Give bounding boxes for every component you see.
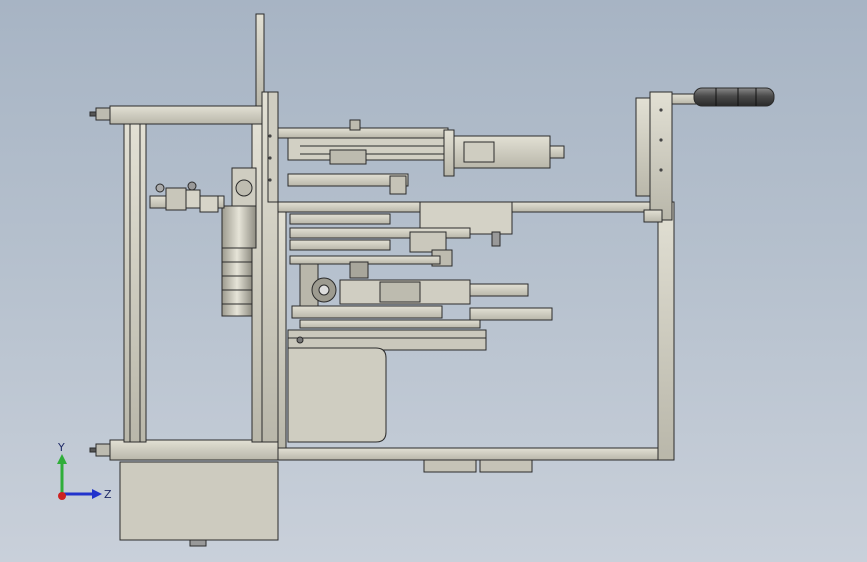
coordinate-triad: Y Z bbox=[57, 441, 112, 501]
spindle-assembly[interactable] bbox=[289, 255, 553, 329]
z-axis-arrow bbox=[92, 489, 102, 499]
lower-tank[interactable] bbox=[287, 347, 387, 443]
x-axis-marker bbox=[58, 492, 66, 500]
z-axis-label: Z bbox=[104, 488, 112, 501]
drive-motor[interactable] bbox=[221, 167, 257, 317]
air-regulator[interactable] bbox=[149, 181, 225, 213]
y-axis-label: Y bbox=[57, 441, 65, 454]
conveyor-rail[interactable] bbox=[287, 329, 487, 351]
handle-grip[interactable] bbox=[693, 87, 775, 107]
machine-assembly-model[interactable] bbox=[89, 13, 775, 547]
y-axis-arrow bbox=[57, 454, 67, 464]
upper-cylinder-assembly[interactable] bbox=[277, 119, 565, 195]
electrical-cabinet[interactable] bbox=[119, 461, 279, 547]
cad-viewport[interactable] bbox=[0, 0, 867, 562]
